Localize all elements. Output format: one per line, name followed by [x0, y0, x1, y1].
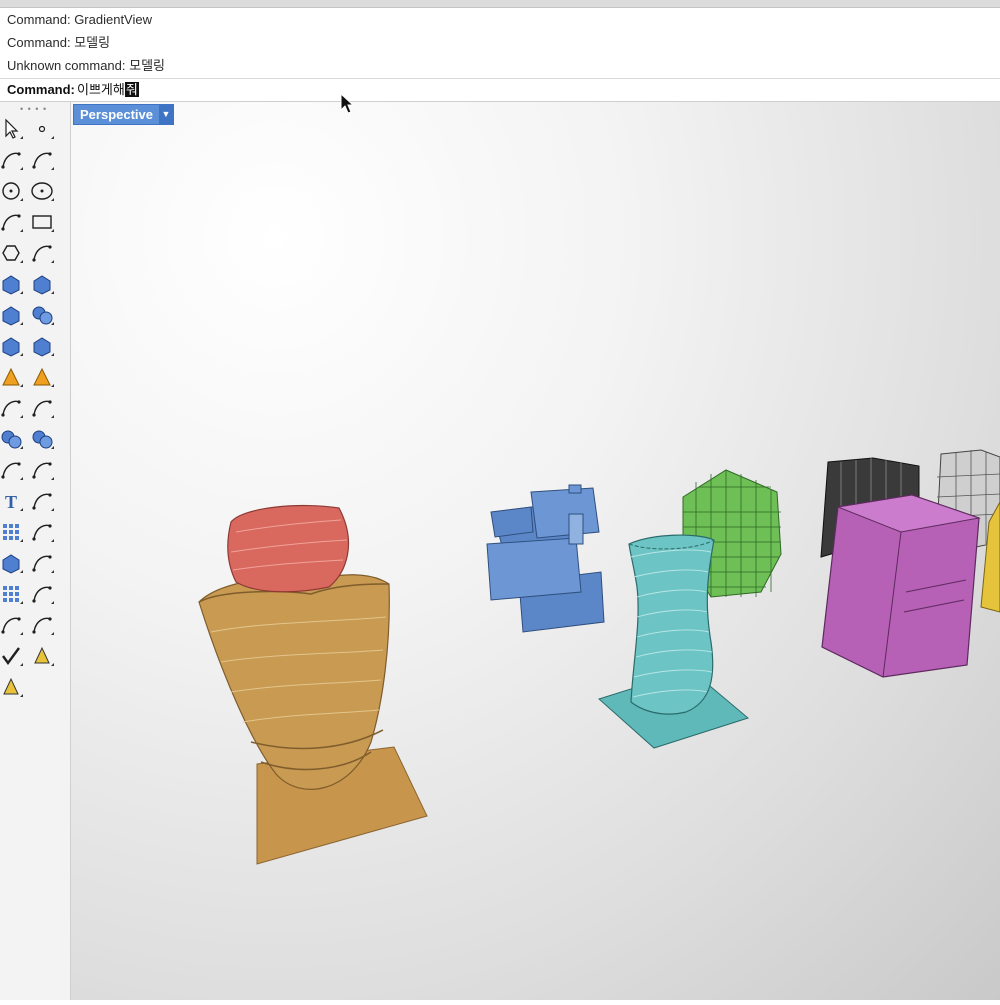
extend-icon[interactable] — [1, 400, 23, 418]
box-icon[interactable] — [2, 306, 23, 326]
scale-icon[interactable] — [32, 493, 54, 511]
plane-surface-icon[interactable] — [33, 337, 54, 357]
history-line: Command: 모델링 — [7, 35, 111, 50]
command-line[interactable]: Command: 이쁘게해줘 — [0, 78, 1000, 103]
curve-icon[interactable] — [32, 152, 54, 170]
point-icon[interactable] — [38, 125, 55, 140]
grid-array-icon[interactable] — [3, 586, 23, 604]
array-icon[interactable] — [3, 524, 23, 542]
viewport-scene[interactable] — [71, 102, 1000, 1000]
history-line: Unknown command: 모델링 — [7, 58, 165, 73]
viewport-tab-label[interactable]: Perspective — [74, 105, 159, 124]
command-input-caret: 줘 — [124, 82, 139, 97]
surface-icon[interactable] — [2, 275, 23, 295]
move-icon[interactable] — [32, 524, 54, 542]
perspective-viewport[interactable]: Perspective ▼ — [71, 102, 1000, 1000]
rectangle-icon[interactable] — [32, 215, 54, 232]
orient-icon[interactable] — [32, 617, 54, 635]
sphere-icon[interactable] — [32, 306, 54, 325]
fillet-curve-icon[interactable] — [32, 245, 54, 263]
render-icon[interactable] — [3, 677, 23, 697]
toolbar-icons: T — [1, 118, 55, 697]
check-icon[interactable] — [2, 647, 23, 666]
viewport-tab-perspective[interactable]: Perspective ▼ — [73, 104, 174, 125]
boolean-union-icon[interactable] — [1, 430, 23, 449]
toolbar-grip[interactable]: • • • • — [20, 104, 47, 114]
window-top-strip — [0, 0, 1000, 8]
purple-block[interactable] — [821, 494, 981, 678]
offset-curve-icon[interactable] — [1, 462, 23, 480]
ellipse-icon[interactable] — [31, 182, 54, 201]
mirror-icon[interactable] — [1, 617, 23, 635]
mouse-cursor-icon — [340, 93, 355, 114]
explode-icon[interactable] — [33, 367, 54, 387]
cylinder-icon[interactable] — [2, 337, 23, 357]
gumball-icon[interactable] — [32, 555, 54, 573]
polygon-icon[interactable] — [2, 245, 23, 263]
box-edit-icon[interactable] — [2, 554, 23, 574]
polyline-icon[interactable] — [1, 152, 23, 170]
blue-stacked-boxes[interactable] — [486, 484, 605, 633]
command-history: Command: GradientView Command: 모델링 Unkno… — [0, 8, 1000, 78]
circle-icon[interactable] — [2, 182, 23, 201]
command-prompt-label: Command: — [7, 82, 75, 97]
mesh-icon[interactable] — [34, 646, 54, 666]
svg-text:T: T — [5, 492, 17, 512]
history-line: Command: GradientView — [7, 12, 152, 27]
chevron-down-icon[interactable]: ▼ — [159, 105, 173, 124]
arc-icon[interactable] — [1, 214, 23, 232]
gold-twisted-cone[interactable] — [198, 574, 428, 865]
red-twisted-top[interactable] — [227, 504, 350, 593]
boolean-split-icon[interactable] — [32, 430, 54, 449]
select-arrow-icon[interactable] — [5, 118, 23, 139]
left-toolbar: • • • • T — [0, 102, 71, 1000]
command-input[interactable]: 이쁘게해줘 — [77, 80, 139, 100]
puzzle-icon[interactable] — [2, 367, 23, 387]
blend-curve-icon[interactable] — [32, 462, 54, 480]
loft-surface-icon[interactable] — [33, 275, 54, 295]
history-icon[interactable] — [32, 586, 54, 604]
text-icon[interactable]: T — [5, 492, 23, 512]
command-input-text: 이쁘게해 — [77, 82, 125, 97]
trim-icon[interactable] — [32, 400, 54, 418]
